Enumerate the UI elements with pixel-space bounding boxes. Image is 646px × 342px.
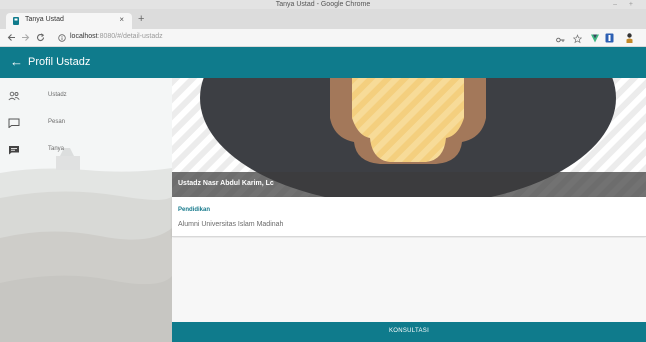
- address-host: localhost: [70, 33, 98, 40]
- browser-tab[interactable]: Tanya Ustad ×: [6, 13, 132, 29]
- education-card: Pendidikan Alumni Universitas Islam Madi…: [172, 197, 646, 237]
- education-value: Alumni Universitas Islam Madinah: [178, 221, 284, 228]
- info-icon[interactable]: [58, 34, 66, 42]
- tab-strip: Tanya Ustad × +: [0, 9, 646, 29]
- hero-caption: Ustadz Nasr Abdul Karim, Lc: [172, 172, 646, 197]
- address-text[interactable]: localhost:8080/#/detail-ustadz: [70, 33, 163, 40]
- reload-icon[interactable]: [36, 33, 45, 42]
- back-icon[interactable]: [7, 33, 16, 42]
- ustadz-name: Ustadz Nasr Abdul Karim, Lc: [178, 180, 274, 187]
- sidebar-item-pesan[interactable]: Pesan: [0, 113, 172, 135]
- tab-title: Tanya Ustad: [25, 16, 64, 23]
- forward-icon[interactable]: [21, 33, 30, 42]
- chat-outline-icon: [8, 118, 20, 128]
- window-controls[interactable]: – +: [613, 0, 638, 9]
- sidebar-item-label: Ustadz: [48, 92, 67, 98]
- address-bar[interactable]: localhost:8080/#/detail-ustadz: [58, 32, 538, 44]
- key-icon[interactable]: [556, 34, 565, 46]
- profile-icon[interactable]: [626, 32, 633, 44]
- sidebar: Ustadz Pesan Tanya: [0, 78, 172, 342]
- sidebar-item-label: Tanya: [48, 146, 65, 152]
- sidebar-item-tanya[interactable]: Tanya: [0, 140, 172, 162]
- chat-filled-icon: [9, 146, 19, 155]
- page-title: Profil Ustadz: [28, 56, 91, 68]
- browser-toolbar: localhost:8080/#/detail-ustadz: [0, 29, 646, 47]
- konsultasi-button[interactable]: KONSULTASI: [172, 322, 646, 342]
- back-arrow-icon[interactable]: ←: [10, 54, 23, 70]
- browser-window: Tanya Ustad - Google Chrome – + Tanya Us…: [0, 0, 646, 342]
- education-heading: Pendidikan: [178, 207, 211, 213]
- favicon-icon: [13, 17, 19, 25]
- profile-hero: Ustadz Nasr Abdul Karim, Lc: [172, 78, 646, 197]
- tab-close-icon[interactable]: ×: [119, 15, 124, 24]
- window-title: Tanya Ustad - Google Chrome: [275, 1, 371, 8]
- sidebar-item-ustadz[interactable]: Ustadz: [0, 86, 172, 108]
- extension-icon[interactable]: [605, 32, 614, 44]
- content-area: [172, 238, 646, 322]
- sidebar-item-label: Pesan: [48, 119, 66, 125]
- new-tab-button[interactable]: +: [138, 14, 144, 25]
- app-header: ← Profil Ustadz: [0, 47, 646, 78]
- vue-devtools-icon[interactable]: [591, 33, 599, 45]
- konsultasi-label: KONSULTASI: [388, 328, 430, 334]
- star-icon[interactable]: [573, 33, 582, 45]
- os-titlebar: Tanya Ustad - Google Chrome – +: [0, 0, 646, 9]
- people-icon: [8, 91, 20, 101]
- address-path: :8080/#/detail-ustadz: [97, 33, 163, 40]
